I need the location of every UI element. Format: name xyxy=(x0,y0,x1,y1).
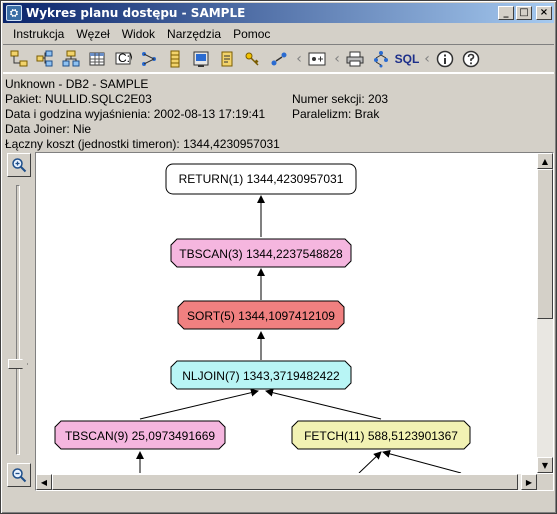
key-icon[interactable] xyxy=(241,47,265,71)
plan-node-label: NLJOIN(7) 1343,3719482422 xyxy=(182,369,340,383)
db2-icon: ⛭ xyxy=(6,5,22,21)
info-icon[interactable] xyxy=(433,47,457,71)
scroll-left-button[interactable]: ◀ xyxy=(36,474,52,490)
plan-node-label: FETCH(11) 588,5123901367 xyxy=(304,429,458,443)
maximize-button[interactable]: □ xyxy=(516,6,532,20)
tree-icon[interactable] xyxy=(369,47,393,71)
zoom-in-button[interactable] xyxy=(7,153,31,177)
vertical-scrollbar[interactable]: ▲ ▼ xyxy=(537,153,553,473)
plan-node-label: SORT(5) 1344,1097412109 xyxy=(187,309,335,323)
data-joiner-label: Data Joiner: Nie xyxy=(5,122,92,136)
plan-node-label: TBSCAN(9) 25,0973491669 xyxy=(65,429,215,443)
scroll-down-button[interactable]: ▼ xyxy=(537,457,553,473)
toolbar: C:\ ‹ ‹ SQL ‹ xyxy=(3,44,554,74)
plan-node-nljoin7[interactable]: NLJOIN(7) 1343,3719482422 xyxy=(170,360,352,390)
menu-pomoc[interactable]: Pomoc xyxy=(227,27,276,41)
statistics-icon[interactable] xyxy=(215,47,239,71)
plan-node-tbscan9[interactable]: TBSCAN(9) 25,0973491669 xyxy=(54,420,226,450)
graph-canvas[interactable]: RETURN(1) 1344,4230957031 TBSCAN(3) 1344… xyxy=(36,153,537,473)
vertical-scroll-thumb[interactable] xyxy=(537,169,553,319)
plan-node-return[interactable]: RETURN(1) 1344,4230957031 xyxy=(165,163,357,195)
zoom-in-icon xyxy=(12,158,27,173)
zoom-control xyxy=(5,153,33,490)
graph-layout-icon[interactable] xyxy=(137,47,161,71)
plan-info: Unknown - DB2 - SAMPLE Pakiet: NULLID.SQ… xyxy=(5,77,554,152)
svg-text:C:\: C:\ xyxy=(118,51,132,65)
plan-graph-svg: RETURN(1) 1344,4230957031 TBSCAN(3) 1344… xyxy=(54,163,471,473)
zoom-out-icon xyxy=(12,468,27,483)
close-button[interactable]: × xyxy=(536,6,552,20)
scroll-corner xyxy=(537,474,553,490)
edge-tbscan9-nljoin7 xyxy=(139,388,259,420)
plan-node-label: RETURN(1) 1344,4230957031 xyxy=(179,172,344,186)
total-cost-label: Łączny koszt (jednostki timeron): 1344,4… xyxy=(5,137,280,151)
horizontal-scrollbar[interactable]: ◀ ▶ xyxy=(36,474,537,490)
sql-icon[interactable]: SQL xyxy=(394,47,420,71)
edge-child2-fetch11 xyxy=(382,449,462,473)
toolbar-separator: ‹ xyxy=(424,51,430,67)
sql-label: SQL xyxy=(394,52,420,66)
index-icon[interactable] xyxy=(189,47,213,71)
menu-widok[interactable]: Widok xyxy=(116,27,161,41)
zoom-out-button[interactable] xyxy=(7,463,31,487)
package-label: Pakiet: NULLID.SQLC2E03 xyxy=(5,92,152,106)
access-plan-graph: RETURN(1) 1344,4230957031 TBSCAN(3) 1344… xyxy=(35,152,554,491)
menu-instrukcja[interactable]: Instrukcja xyxy=(7,27,70,41)
toolbar-separator: ‹ xyxy=(334,51,340,67)
window-title: Wykres planu dostępu - SAMPLE xyxy=(26,6,246,20)
plan-details-icon[interactable] xyxy=(305,47,329,71)
menu-bar: Instrukcja Węzeł Widok Narzędzia Pomoc xyxy=(3,24,554,43)
print-icon[interactable] xyxy=(343,47,367,71)
plan-node-sort5[interactable]: SORT(5) 1344,1097412109 xyxy=(177,300,345,330)
scroll-right-button[interactable]: ▶ xyxy=(521,474,537,490)
main-window: ⛭ Wykres planu dostępu - SAMPLE _ □ × In… xyxy=(0,0,557,514)
plan-node-tbscan3[interactable]: TBSCAN(3) 1344,2237548828 xyxy=(170,238,352,268)
column-icon[interactable] xyxy=(163,47,187,71)
edge-child1-fetch11 xyxy=(358,451,382,473)
toolbar-separator: ‹ xyxy=(296,51,302,67)
parallelism-label: Paralelizm: Brak xyxy=(292,107,380,121)
zoom-slider-track[interactable] xyxy=(16,185,20,455)
connection-icon[interactable] xyxy=(267,47,291,71)
command-icon[interactable]: C:\ xyxy=(111,47,135,71)
section-number-label: Numer sekcji: 203 xyxy=(292,92,389,106)
zoom-slider-thumb[interactable] xyxy=(8,359,28,369)
connection-label: Unknown - DB2 - SAMPLE xyxy=(5,77,149,91)
edge-fetch11-nljoin7 xyxy=(265,388,382,420)
plan-node-fetch11[interactable]: FETCH(11) 588,5123901367 xyxy=(291,420,471,450)
node-tree-icon[interactable] xyxy=(7,47,31,71)
help-icon[interactable] xyxy=(459,47,483,71)
title-bar[interactable]: ⛭ Wykres planu dostępu - SAMPLE _ □ × xyxy=(3,3,554,23)
explain-date-label: Data i godzina wyjaśnienia: 2002-08-13 1… xyxy=(5,107,266,121)
plan-node-label: TBSCAN(3) 1344,2237548828 xyxy=(179,247,343,261)
horizontal-scroll-thumb[interactable] xyxy=(52,474,518,490)
menu-narzedzia[interactable]: Narzędzia xyxy=(161,27,227,41)
menu-wezel[interactable]: Węzeł xyxy=(70,27,115,41)
node-collapse-icon[interactable] xyxy=(59,47,83,71)
node-expand-icon[interactable] xyxy=(33,47,57,71)
minimize-button[interactable]: _ xyxy=(498,6,514,20)
table-icon[interactable] xyxy=(85,47,109,71)
scroll-up-button[interactable]: ▲ xyxy=(537,153,553,169)
